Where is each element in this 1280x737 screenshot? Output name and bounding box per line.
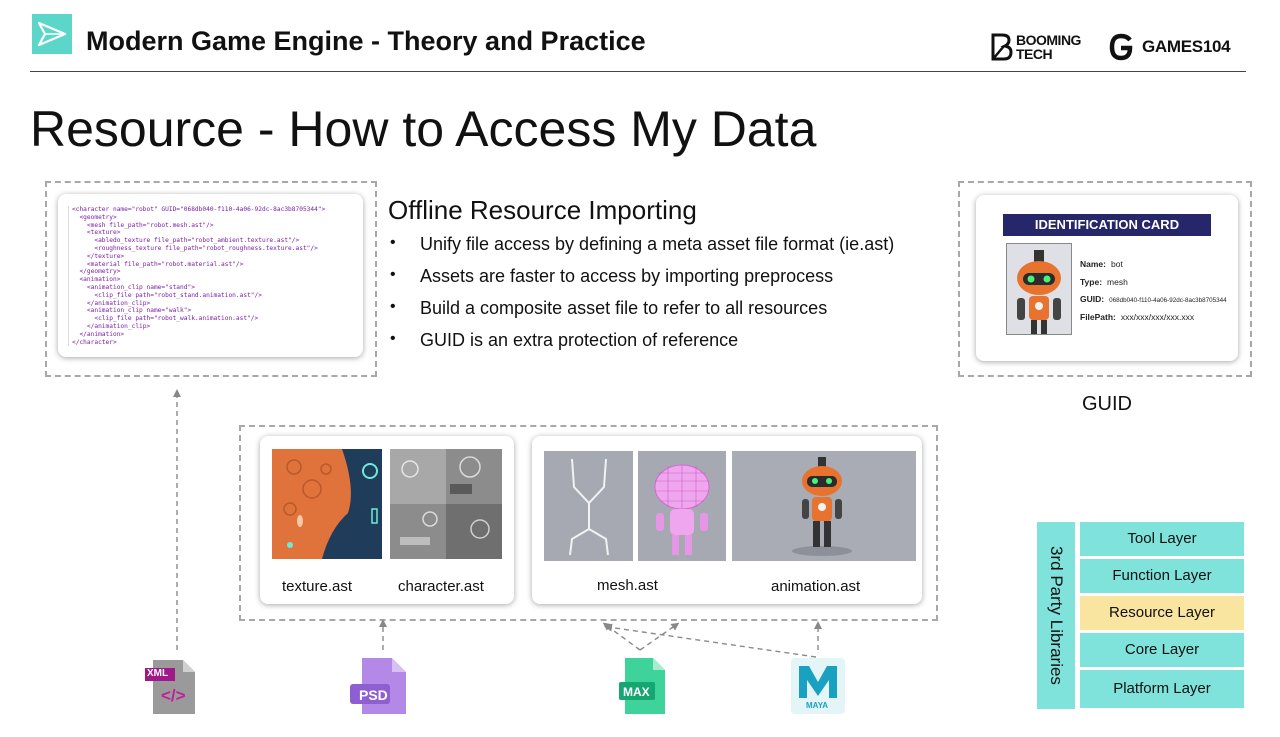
layer-core: Core Layer: [1080, 633, 1244, 667]
psd-file-label: PSD: [359, 687, 388, 703]
maya-app-icon: MAYA: [791, 658, 845, 714]
max-file-label: MAX: [623, 685, 650, 699]
layer-tool: Tool Layer: [1080, 522, 1244, 556]
maya-arrow-left: [604, 623, 817, 658]
max-arrow-right: [639, 622, 680, 651]
psd-file-icon: PSD: [350, 658, 406, 714]
layer-function: Function Layer: [1080, 559, 1244, 593]
maya-app-label: MAYA: [806, 701, 829, 710]
max-arrow-left: [602, 622, 641, 651]
layer-resource: Resource Layer: [1080, 596, 1244, 630]
layer-platform: Platform Layer: [1080, 670, 1244, 708]
third-party-libraries-bar: 3rd Party Libraries: [1037, 522, 1075, 709]
max-file-icon: MAX: [617, 658, 667, 714]
xml-glyph: </>: [161, 686, 186, 705]
xml-file-label: XML: [147, 668, 169, 679]
third-party-libraries-label: 3rd Party Libraries: [1047, 546, 1066, 685]
xml-file-icon: XML </>: [145, 660, 197, 714]
